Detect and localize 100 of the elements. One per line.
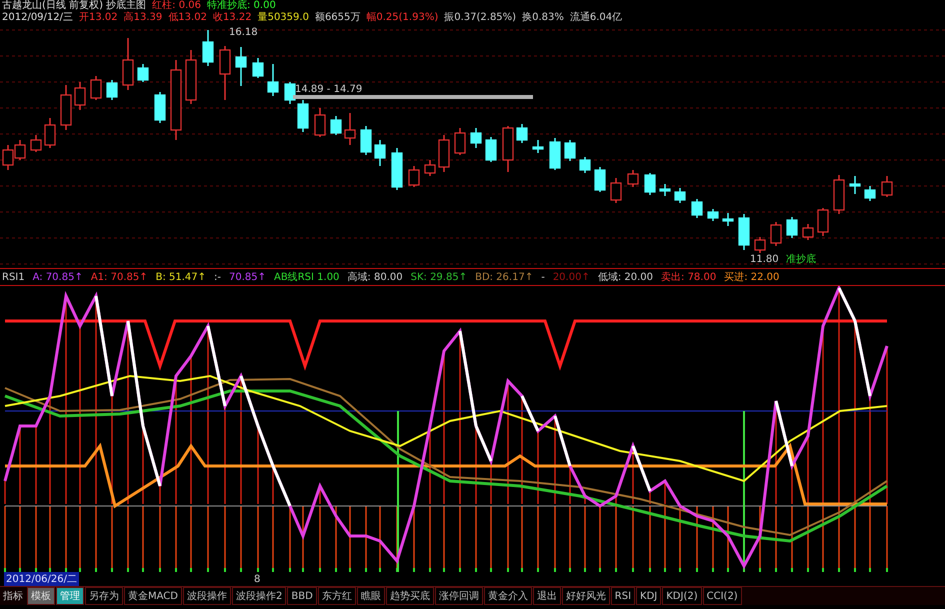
indicator-tab[interactable]: 好好风光 (562, 587, 610, 605)
candlestick (374, 140, 386, 166)
candlestick (330, 116, 342, 135)
candlestick (44, 118, 56, 148)
indicator-tab[interactable]: KDJ (636, 587, 662, 605)
indicator-tab[interactable]: 黄金介入 (484, 587, 532, 605)
indicator-reading: 卖出: 78.00 (661, 270, 716, 284)
indicator-tab[interactable]: 黄金MACD (124, 587, 182, 605)
candlestick (252, 58, 264, 78)
indicator-reading: BD: 26.17↑ (475, 272, 534, 282)
candlestick (532, 140, 544, 153)
candlestick (454, 128, 466, 155)
indicator-reading: B: 51.47↑ (156, 272, 206, 282)
candlestick (833, 175, 845, 214)
indicator-tab[interactable]: 波段操作2 (232, 587, 286, 605)
candlestick (549, 138, 561, 170)
indicator-tab[interactable]: CCI(2) (702, 587, 742, 605)
indicator-tab[interactable]: 涨停回调 (434, 587, 483, 605)
indicator-tab[interactable]: 另存为 (85, 587, 123, 605)
indicator-tab[interactable]: RSI (610, 587, 636, 605)
price-label: 14.89 - 14.79 (295, 84, 362, 95)
candlestick (391, 148, 403, 190)
quote-field: 振0.37(2.85%) (444, 12, 516, 24)
price-note: 准抄底 (786, 254, 816, 265)
candlestick (849, 176, 861, 194)
quote-field: 额6655万 (314, 12, 360, 24)
quote-field: 幅0.25(1.93%) (366, 12, 438, 24)
candlestick (722, 213, 734, 226)
indicator-tab[interactable]: 趋势买底 (386, 587, 434, 605)
indicator-tab[interactable]: 瞧眼 (356, 587, 385, 605)
candlestick (659, 184, 671, 196)
indicator-tab[interactable]: 东方红 (318, 587, 356, 605)
quote-field: 低13.02 (168, 12, 207, 24)
candlestick (644, 173, 656, 195)
indicator-reading: 红柱: 0.06 (152, 0, 201, 12)
candlestick (360, 126, 372, 155)
indicator-reading: A1: 70.85↑ (90, 272, 148, 282)
tab-bar-label: 指标 (2, 590, 24, 604)
quote-date: 2012/09/12/三 (2, 12, 74, 24)
candlestick (74, 82, 86, 110)
quote-field: 开13.02 (79, 12, 118, 24)
indicator-reading: 高域: 80.00 (347, 270, 403, 284)
candlestick (438, 135, 450, 172)
indicator-reading: - (541, 272, 545, 282)
date-label: 2012/06/26/二 (4, 572, 80, 586)
indicator-tab[interactable]: 退出 (532, 587, 561, 605)
candlestick (235, 47, 247, 86)
candlestick (122, 38, 134, 90)
candlestick (202, 30, 214, 66)
indicator-reading: SK: 29.85↑ (410, 272, 468, 282)
candlestick (864, 186, 876, 201)
price-label: 11.80 (750, 254, 779, 265)
candlestick (60, 85, 72, 130)
candlestick (30, 135, 42, 152)
candlestick (137, 64, 149, 82)
indicator-reading: AB线RSI 1.00 (274, 270, 340, 284)
cursor-label: 8 (254, 574, 260, 584)
candlestick (516, 124, 528, 143)
candlestick (627, 170, 639, 187)
candlestick (106, 80, 118, 100)
candlestick (470, 128, 482, 148)
quote-field: 流通6.04亿 (570, 12, 622, 24)
candlestick (219, 46, 231, 100)
indicator-reading: RSI1 (2, 272, 25, 282)
candlestick (754, 237, 766, 253)
candlestick (408, 166, 420, 187)
candlestick (707, 209, 719, 221)
candlestick (691, 199, 703, 218)
candlestick (185, 50, 197, 104)
indicator-reading: 买进: 22.00 (724, 270, 780, 284)
candlestick (90, 76, 102, 100)
candlestick (564, 140, 576, 161)
candlestick (344, 113, 356, 145)
candlestick (14, 140, 26, 160)
quote-field: 收13.22 (212, 12, 252, 24)
quote-field: 高13.39 (124, 12, 162, 24)
candlestick (594, 167, 606, 192)
indicator-tab[interactable]: KDJ(2) (662, 587, 702, 605)
indicator-reading: A: 70.85↑ (32, 272, 83, 282)
indicator-reading: 低域: 20.00 (598, 270, 654, 284)
indicator-tab[interactable]: BBD (287, 587, 317, 605)
indicator-tab[interactable]: 波段操作 (182, 587, 231, 605)
candlestick (502, 126, 514, 172)
candlestick (485, 137, 497, 162)
indicator-tab[interactable]: 模板 (27, 587, 55, 605)
quote-field: 量50359.0 (258, 12, 309, 24)
candlestick (802, 224, 814, 240)
candlestick (267, 64, 279, 96)
candlestick (770, 222, 782, 246)
indicator-reading: :- (214, 272, 222, 282)
candlestick (579, 157, 591, 173)
candlestick (881, 176, 893, 197)
candlestick (786, 217, 798, 238)
quote-field: 换0.83% (522, 12, 564, 24)
candlestick (424, 160, 436, 176)
candlestick (674, 188, 686, 203)
candlestick (314, 108, 326, 137)
indicator-reading: 70.85↑ (229, 272, 266, 282)
candlestick (817, 208, 829, 236)
candlestick (610, 178, 622, 203)
